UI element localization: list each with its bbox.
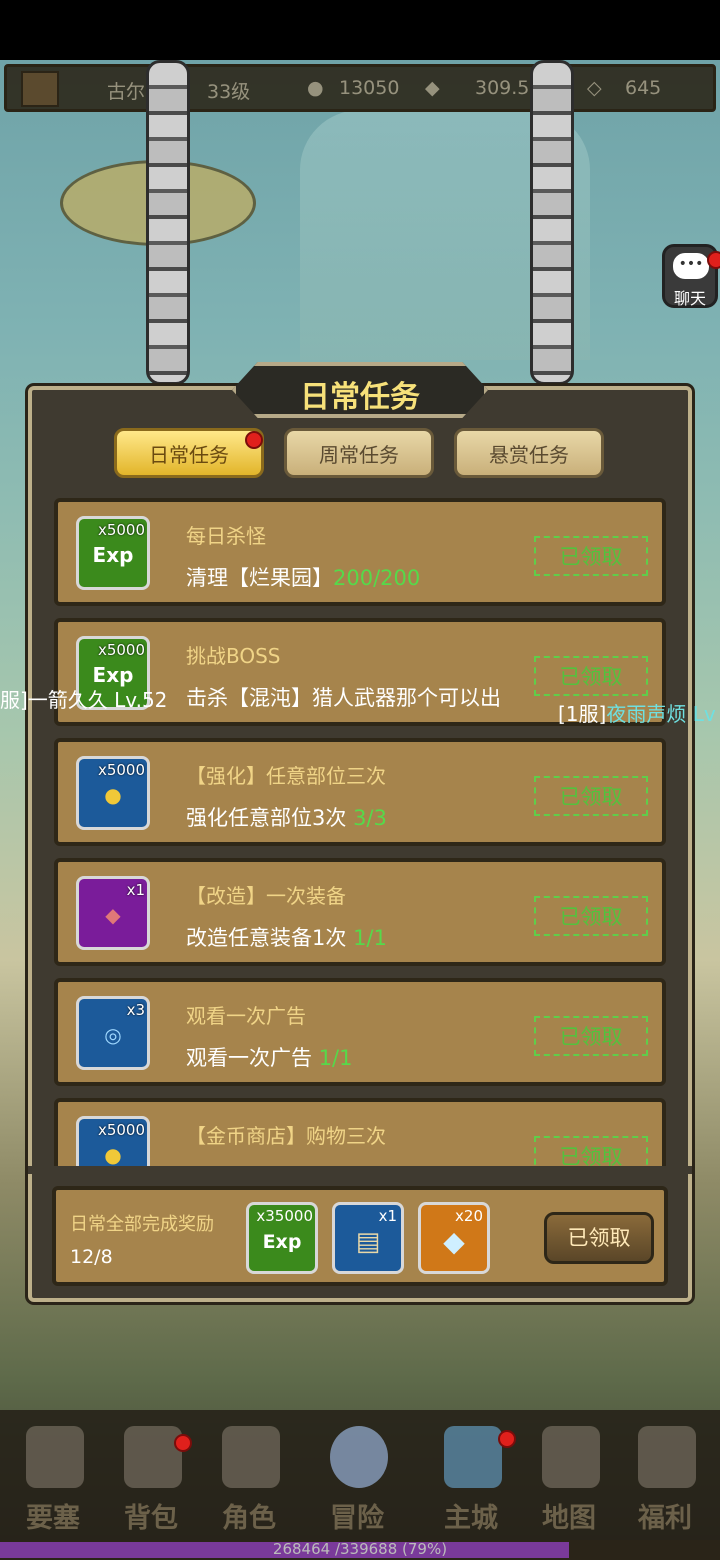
player-info-bar: 古尔索 33级 ● 13050 ◆ 309.57 ◇ 645 bbox=[4, 64, 716, 112]
exp-icon[interactable]: Exp x5000 bbox=[76, 516, 150, 590]
gift-icon bbox=[638, 1426, 696, 1488]
claimed-badge: 已领取 bbox=[534, 536, 648, 576]
chat-icon: ••• bbox=[673, 253, 709, 279]
task-desc: 击杀【混沌】猎人武器那个可以出 bbox=[186, 686, 501, 710]
dialog-title-banner: 日常任务 bbox=[232, 362, 488, 418]
reward-qty: x5000 bbox=[97, 641, 145, 659]
diamond-value: 645 bbox=[625, 77, 662, 99]
nav-adventure[interactable]: 冒险 bbox=[312, 1418, 402, 1538]
nav-fortress[interactable]: 要塞 bbox=[8, 1418, 98, 1538]
ore-icon[interactable]: ◆ x1 bbox=[76, 876, 150, 950]
tab-bounty[interactable]: 悬赏任务 bbox=[454, 428, 604, 478]
nav-map[interactable]: 地图 bbox=[524, 1418, 614, 1538]
castle-icon bbox=[444, 1426, 502, 1488]
reward-qty: x5000 bbox=[97, 761, 145, 779]
nav-welfare[interactable]: 福利 bbox=[620, 1418, 710, 1538]
power-value: 13050 bbox=[339, 77, 400, 99]
task-desc: 观看一次广告 1/1 bbox=[186, 1046, 353, 1070]
task-name: 【金币商店】购物三次 bbox=[186, 1124, 386, 1148]
chat-button[interactable]: ••• 聊天 bbox=[662, 244, 720, 308]
task-name: 【改造】一次装备 bbox=[186, 884, 346, 908]
bonus-label: 日常全部完成奖励 bbox=[70, 1214, 214, 1235]
task-row: ● x5000 【强化】任意部位三次 强化任意部位3次 3/3 已领取 bbox=[54, 738, 666, 846]
scroll-icon[interactable]: ▤ x1 bbox=[332, 1202, 404, 1274]
portal-icon[interactable]: ◎ x3 bbox=[76, 996, 150, 1070]
exp-text: 268464 /339688 (79%) bbox=[272, 1540, 448, 1558]
claimed-badge: 已领取 bbox=[534, 1136, 648, 1166]
reward-qty: x3 bbox=[126, 1001, 145, 1019]
notification-dot bbox=[498, 1430, 516, 1448]
reward-qty: x1 bbox=[126, 881, 145, 899]
bonus-count: 12/8 bbox=[70, 1246, 113, 1268]
notification-dot bbox=[707, 251, 720, 269]
task-desc: 改造任意装备1次 1/1 bbox=[186, 926, 387, 950]
notification-dot bbox=[245, 431, 263, 449]
avatar[interactable] bbox=[21, 71, 59, 107]
tab-daily-label: 日常任务 bbox=[149, 443, 229, 467]
tab-daily[interactable]: 日常任务 bbox=[114, 428, 264, 478]
task-name: 挑战BOSS bbox=[186, 644, 281, 668]
portal-icon bbox=[330, 1426, 388, 1488]
task-row: ◎ x3 观看一次广告 观看一次广告 1/1 已领取 bbox=[54, 978, 666, 1086]
notification-dot bbox=[174, 1434, 192, 1452]
reward-qty: x20 bbox=[455, 1207, 483, 1225]
gold-icon: ◆ bbox=[425, 77, 440, 99]
chat-overlay-right: [1服]夜雨声烦 Lv bbox=[558, 702, 716, 726]
exp-bar: 268464 /339688 (79%) bbox=[0, 1540, 720, 1560]
helmet-icon bbox=[222, 1426, 280, 1488]
reward-qty: x5000 bbox=[97, 521, 145, 539]
daily-completion-reward: 日常全部完成奖励 12/8 Exp x35000 ▤ x1 ◆ x20 已领取 bbox=[52, 1186, 668, 1286]
nav-character[interactable]: 角色 bbox=[204, 1418, 294, 1538]
reward-qty: x35000 bbox=[256, 1207, 313, 1225]
chat-label: 聊天 bbox=[673, 289, 706, 308]
reward-qty: x5000 bbox=[97, 1121, 145, 1139]
bag-icon bbox=[124, 1426, 182, 1488]
claimed-badge: 已领取 bbox=[534, 776, 648, 816]
gold-icon[interactable]: ● x5000 bbox=[76, 1116, 150, 1166]
task-name: 观看一次广告 bbox=[186, 1004, 306, 1028]
diamond-icon[interactable]: ◆ x20 bbox=[418, 1202, 490, 1274]
list-divider bbox=[28, 1166, 692, 1174]
player-level: 33级 bbox=[207, 81, 251, 103]
diamond-icon: ◇ bbox=[587, 77, 602, 99]
task-row: ◆ x1 【改造】一次装备 改造任意装备1次 1/1 已领取 bbox=[54, 858, 666, 966]
chat-overlay-left: 服]一箭久久 Lv.52 bbox=[0, 688, 168, 712]
status-bar bbox=[0, 0, 720, 60]
task-row: Exp x5000 每日杀怪 清理【烂果园】200/200 已领取 bbox=[54, 498, 666, 606]
nav-bag[interactable]: 背包 bbox=[106, 1418, 196, 1538]
nav-main-city[interactable]: 主城 bbox=[426, 1418, 516, 1538]
task-desc: 强化任意部位3次 3/3 bbox=[186, 806, 387, 830]
reward-qty: x1 bbox=[378, 1207, 397, 1225]
task-name: 【强化】任意部位三次 bbox=[186, 764, 386, 788]
tab-weekly-label: 周常任务 bbox=[319, 443, 399, 467]
claimed-badge: 已领取 bbox=[534, 1016, 648, 1056]
task-row: ● x5000 【金币商店】购物三次 已领取 bbox=[54, 1098, 666, 1166]
claimed-badge: 已领取 bbox=[534, 896, 648, 936]
power-icon: ● bbox=[307, 77, 324, 99]
left-chain bbox=[146, 60, 190, 385]
exp-icon[interactable]: Exp x35000 bbox=[246, 1202, 318, 1274]
fortress-icon bbox=[26, 1426, 84, 1488]
gold-icon[interactable]: ● x5000 bbox=[76, 756, 150, 830]
right-chain bbox=[530, 60, 574, 385]
task-list[interactable]: Exp x5000 每日杀怪 清理【烂果园】200/200 已领取 Exp x5… bbox=[54, 494, 666, 1166]
dialog-title: 日常任务 bbox=[300, 380, 420, 415]
claimed-badge: 已领取 bbox=[534, 656, 648, 696]
tab-bounty-label: 悬赏任务 bbox=[489, 443, 569, 467]
map-icon bbox=[542, 1426, 600, 1488]
task-name: 每日杀怪 bbox=[186, 524, 266, 548]
tab-weekly[interactable]: 周常任务 bbox=[284, 428, 434, 478]
task-desc: 清理【烂果园】200/200 bbox=[186, 566, 421, 590]
task-progress: 200/200 bbox=[333, 566, 421, 590]
claim-all-button[interactable]: 已领取 bbox=[544, 1212, 654, 1264]
